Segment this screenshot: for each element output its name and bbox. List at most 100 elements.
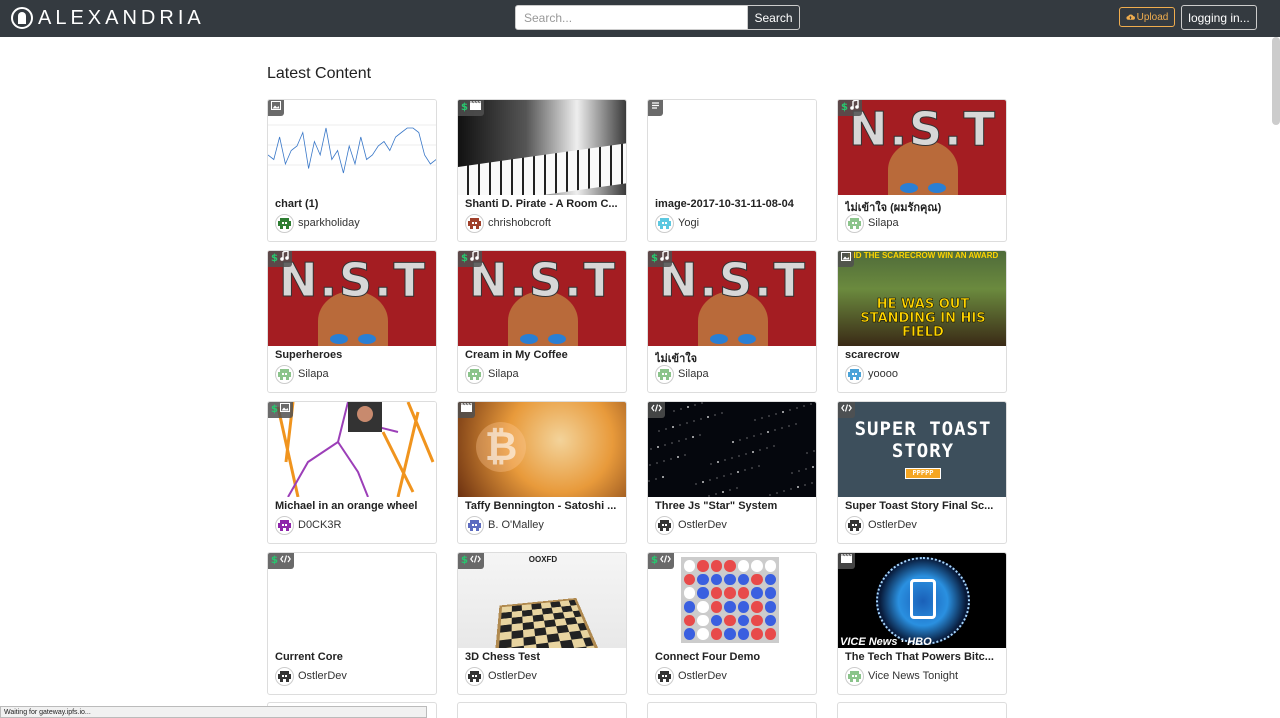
content-thumbnail[interactable]: ₿ <box>458 402 626 497</box>
content-card[interactable]: chart (1) sparkholiday <box>267 99 437 242</box>
content-card[interactable]: OOXFD $3D Chess Test OstlerDev <box>457 552 627 695</box>
album-art-letters: N.S.T <box>849 102 997 156</box>
card-author[interactable]: yoooo <box>845 364 898 384</box>
content-card[interactable]: N.S.T $ Superheroes Silapa <box>267 250 437 393</box>
content-card[interactable]: SUPER TOAST STORY PPPPP Super Toast Story F… <box>837 401 1007 544</box>
partial-card[interactable] <box>837 702 1007 718</box>
card-author[interactable]: Silapa <box>845 213 899 233</box>
card-author[interactable]: OstlerDev <box>655 515 727 535</box>
bitcoin-b-icon <box>910 579 936 619</box>
album-art-letters: N.S.T <box>659 253 807 307</box>
card-author[interactable]: chrishobcroft <box>465 213 551 233</box>
card-author[interactable]: D0CK3R <box>275 515 341 535</box>
card-author[interactable]: Yogi <box>655 213 699 233</box>
card-author[interactable]: Silapa <box>275 364 329 384</box>
card-author[interactable]: sparkholiday <box>275 213 360 233</box>
card-author[interactable]: B. O'Malley <box>465 515 544 535</box>
card-title[interactable]: The Tech That Powers Bitc... <box>845 651 1003 663</box>
content-thumbnail[interactable]: N.S.T <box>648 251 816 346</box>
paid-dollar-icon: $ <box>841 102 848 113</box>
author-name: Silapa <box>488 368 519 380</box>
upload-button[interactable]: Upload <box>1119 7 1175 27</box>
image-icon <box>841 251 851 267</box>
avatar <box>465 364 484 384</box>
code-icon <box>651 402 662 418</box>
paid-dollar-icon: $ <box>461 102 468 113</box>
content-card[interactable]: N.S.T $ Cream in My Coffee Silapa <box>457 250 627 393</box>
music-icon <box>280 251 289 267</box>
card-title[interactable]: Super Toast Story Final Sc... <box>845 500 1003 512</box>
card-title[interactable]: Connect Four Demo <box>655 651 813 663</box>
card-author[interactable]: OstlerDev <box>655 666 727 686</box>
card-title[interactable]: image-2017-10-31-11-08-04 <box>655 198 813 210</box>
card-author[interactable]: OstlerDev <box>275 666 347 686</box>
card-title[interactable]: 3D Chess Test <box>465 651 623 663</box>
avatar <box>845 213 864 233</box>
content-type-badges: $ <box>838 100 862 116</box>
paid-dollar-icon: $ <box>271 253 278 264</box>
content-card[interactable]: DID THE SCARECROW WIN AN AWARD HE WAS OUT… <box>837 250 1007 393</box>
login-button[interactable]: logging in... <box>1181 5 1257 30</box>
game-start-bar: PPPPP <box>905 468 941 479</box>
card-title[interactable]: Superheroes <box>275 349 433 361</box>
author-name: B. O'Malley <box>488 519 544 531</box>
paid-dollar-icon: $ <box>271 555 278 566</box>
card-author[interactable]: Vice News Tonight <box>845 666 958 686</box>
content-card[interactable]: VICE News · HBO The Tech That Powers Bitc… <box>837 552 1007 695</box>
content-thumbnail[interactable]: VICE News · HBO <box>838 553 1006 648</box>
card-author[interactable]: Silapa <box>465 364 519 384</box>
content-type-badges: $ <box>268 402 293 418</box>
card-title[interactable]: Taffy Bennington - Satoshi ... <box>465 500 623 512</box>
card-title[interactable]: chart (1) <box>275 198 433 210</box>
card-title[interactable]: Three Js "Star" System <box>655 500 813 512</box>
card-title[interactable]: Shanti D. Pirate - A Room C... <box>465 198 623 210</box>
content-card[interactable]: ₿ Taffy Bennington - Satoshi ... B. O'Mall… <box>457 401 627 544</box>
content-type-badges <box>648 402 665 418</box>
search-input[interactable] <box>515 5 748 30</box>
content-card[interactable]: $ Shanti D. Pirate - A Room C... chrishobc… <box>457 99 627 242</box>
card-title[interactable]: Current Core <box>275 651 433 663</box>
content-card[interactable]: N.S.T $ ไม่เข้าใจ Silapa <box>647 250 817 393</box>
content-thumbnail[interactable]: N.S.T <box>458 251 626 346</box>
alexandria-logo-icon <box>11 7 33 29</box>
author-name: OstlerDev <box>868 519 917 531</box>
brand-name: ALEXANDRIA <box>38 6 205 29</box>
content-card[interactable]: $ Michael in an orange wheel D0CK3R <box>267 401 437 544</box>
partial-card[interactable] <box>457 702 627 718</box>
card-author[interactable]: OstlerDev <box>845 515 917 535</box>
content-thumbnail[interactable]: DID THE SCARECROW WIN AN AWARD HE WAS OUT… <box>838 251 1006 346</box>
card-title[interactable]: Michael in an orange wheel <box>275 500 433 512</box>
album-art-letters: N.S.T <box>279 253 427 307</box>
content-thumbnail[interactable] <box>268 402 436 497</box>
cloud-upload-icon <box>1126 14 1135 20</box>
avatar <box>845 515 864 535</box>
content-thumbnail[interactable]: SUPER TOAST STORY PPPPP <box>838 402 1006 497</box>
content-thumbnail[interactable] <box>268 100 436 195</box>
card-author[interactable]: Silapa <box>655 364 709 384</box>
page-scrollbar[interactable] <box>1272 37 1280 125</box>
content-thumbnail[interactable] <box>648 100 816 195</box>
search-button[interactable]: Search <box>747 5 800 30</box>
author-name: sparkholiday <box>298 217 360 229</box>
avatar <box>845 364 864 384</box>
content-card[interactable]: N.S.T $ ไม่เข้าใจ (ผมรักคุณ) Silapa <box>837 99 1007 242</box>
content-thumbnail[interactable] <box>648 402 816 497</box>
content-thumbnail[interactable]: N.S.T <box>268 251 436 346</box>
author-name: Silapa <box>298 368 329 380</box>
card-title[interactable]: Cream in My Coffee <box>465 349 623 361</box>
content-thumbnail[interactable]: N.S.T <box>838 100 1006 195</box>
card-title[interactable]: scarecrow <box>845 349 1003 361</box>
avatar <box>655 364 674 384</box>
partial-card[interactable] <box>647 702 817 718</box>
drawing-preview <box>276 402 435 497</box>
image-icon <box>271 100 281 116</box>
content-card[interactable]: image-2017-10-31-11-08-04 Yogi <box>647 99 817 242</box>
card-author[interactable]: OstlerDev <box>465 666 537 686</box>
avatar <box>655 213 674 233</box>
text-icon <box>651 100 660 116</box>
content-card[interactable]: $ Current Core OstlerDev <box>267 552 437 695</box>
brand-logo[interactable]: ALEXANDRIA <box>11 7 205 29</box>
content-card[interactable]: $ Connect Four Demo OstlerDev <box>647 552 817 695</box>
author-name: OstlerDev <box>488 670 537 682</box>
content-card[interactable]: Three Js "Star" System OstlerDev <box>647 401 817 544</box>
